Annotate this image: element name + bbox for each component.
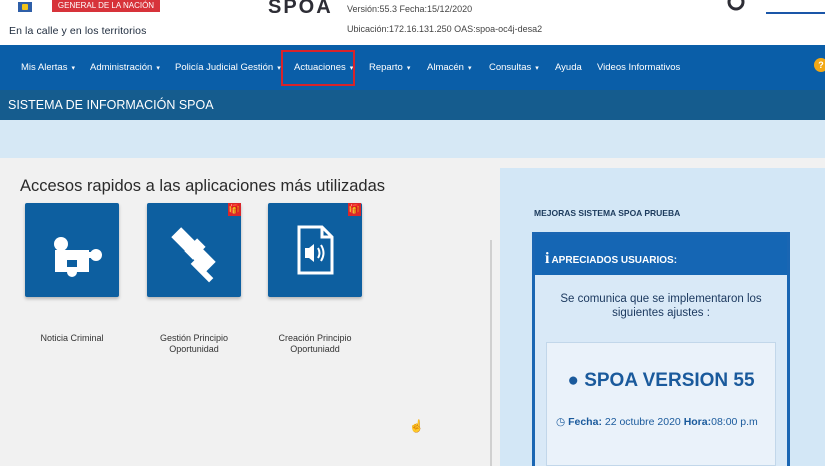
nav-label: Ayuda	[555, 62, 582, 73]
tile-label-noticia-criminal: Noticia Criminal	[40, 333, 104, 343]
chevron-down-icon: ▾	[71, 65, 75, 72]
entity-logo: GENERAL DE LA NACIÓN	[8, 0, 160, 16]
nav-highlight-box	[281, 50, 355, 86]
system-title-bar: SISTEMA DE INFORMACIÓN SPOA	[0, 90, 825, 120]
chevron-down-icon: ▾	[406, 65, 411, 72]
audio-file-icon	[297, 225, 334, 275]
quick-access-title: Accesos rapidos a las aplicaciones más u…	[20, 177, 386, 195]
sub-header-bar	[0, 120, 825, 158]
chevron-down-icon: ▾	[535, 65, 539, 72]
header: GENERAL DE LA NACIÓN En la calle y en lo…	[0, 0, 825, 45]
info-icon: i	[545, 250, 550, 267]
nav-label: Administración	[90, 62, 153, 73]
tile-label-creacion-principio: Creación Principio Oportuniadd	[278, 333, 352, 354]
version-title-text: SPOA VERSION 55	[584, 370, 755, 391]
user-icon[interactable]	[727, 0, 745, 13]
date-label: Fecha:	[568, 416, 602, 428]
help-icon[interactable]: ?	[814, 58, 825, 72]
system-title: SISTEMA DE INFORMACIÓN SPOA	[8, 98, 214, 112]
nav-label: Consultas	[489, 62, 532, 73]
panel-divider	[490, 240, 492, 466]
nav-videos-informativos[interactable]: Videos Informativos	[597, 45, 680, 90]
puzzle-icon	[54, 237, 102, 277]
app-logo: SPOA	[268, 0, 333, 14]
version-info: Versión:55.3 Fecha:15/12/2020	[347, 4, 473, 14]
clock-icon: ◷	[556, 416, 566, 428]
location-info: Ubicación:172.16.131.250 OAS:spoa-oc4j-d…	[347, 24, 543, 34]
nav-ayuda[interactable]: Ayuda	[555, 45, 582, 90]
nav-label: Policía Judicial Gestión	[175, 62, 274, 73]
nav-almacen[interactable]: Almacén ▾	[427, 45, 471, 90]
nav-label: Mis Alertas	[21, 62, 68, 73]
tile-gestion-principio-oportunidad[interactable]	[147, 203, 241, 297]
chevron-down-icon: ▾	[467, 65, 472, 72]
nav-mis-alertas[interactable]: Mis Alertas ▾	[21, 45, 75, 90]
header-accent-line	[766, 12, 825, 14]
main-navbar: Mis Alertas ▾ Administración ▾ Policía Jud…	[0, 45, 825, 90]
time-label: Hora:	[683, 416, 712, 428]
tile-label-gestion-principio: Gestión Principio Oportunidad	[159, 333, 229, 354]
entity-name: GENERAL DE LA NACIÓN	[52, 0, 160, 12]
tagline: En la calle y en los territorios	[9, 25, 147, 37]
notice-title: i APRECIADOS USUARIOS:	[545, 250, 677, 268]
nav-label: Reparto	[369, 62, 403, 73]
gift-icon: 🎁	[228, 203, 241, 216]
tile-noticia-criminal[interactable]	[25, 203, 119, 297]
globe-icon: ●	[567, 370, 579, 391]
nav-label: Videos Informativos	[597, 62, 681, 73]
date-value: 22 octubre 2020	[604, 416, 681, 428]
nav-consultas[interactable]: Consultas ▾	[489, 45, 539, 90]
nav-label: Almacén	[427, 62, 464, 73]
version-card	[546, 342, 776, 466]
gavel-icon	[171, 227, 216, 283]
notice-title-text: APRECIADOS USUARIOS:	[551, 255, 678, 266]
panel-heading: MEJORAS SISTEMA SPOA PRUEBA	[534, 208, 681, 218]
mouse-cursor-icon: ☝	[409, 419, 424, 433]
notice-message: Se comunica que se implementaron los sig…	[560, 293, 762, 319]
flag-icon	[18, 2, 32, 12]
version-title: ● SPOA VERSION 55	[546, 370, 776, 392]
nav-reparto[interactable]: Reparto ▾	[369, 45, 410, 90]
time-value: 08:00 p.m	[711, 416, 758, 428]
nav-administracion[interactable]: Administración ▾	[90, 45, 160, 90]
gift-icon: 🎁	[348, 203, 361, 216]
chevron-down-icon: ▾	[156, 65, 160, 72]
version-date: ◷ Fecha: 22 octubre 2020 Hora:08:00 p.m	[556, 416, 771, 429]
nav-policia-judicial-gestion[interactable]: Policía Judicial Gestión ▾	[175, 45, 281, 90]
tile-creacion-principio-oportunidad[interactable]	[268, 203, 362, 297]
